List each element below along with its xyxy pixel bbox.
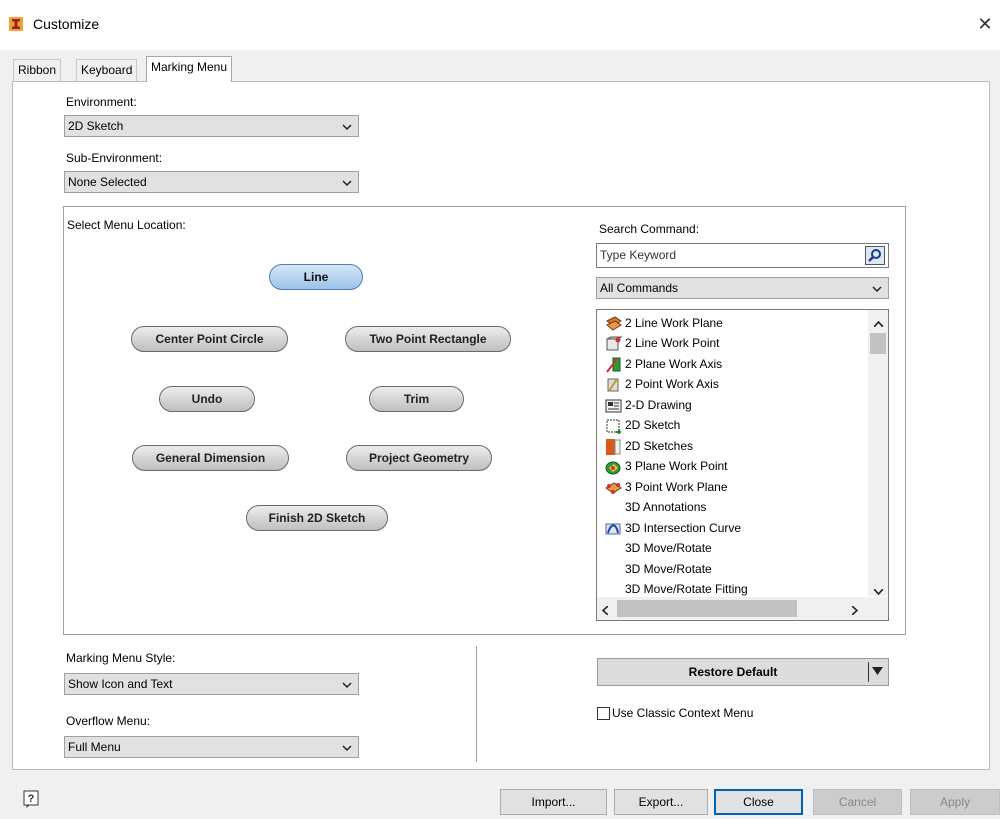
close-window-icon[interactable]: ✕: [973, 12, 997, 36]
search-input[interactable]: Type Keyword: [596, 243, 889, 268]
chevron-down-icon: [342, 674, 352, 695]
chevron-down-icon: [872, 278, 882, 299]
sub-environment-label: Sub-Environment:: [66, 151, 163, 165]
list-item[interactable]: 3D Intersection Curve: [605, 518, 741, 538]
intersection-curve-icon: [605, 521, 623, 537]
overflow-menu-label: Overflow Menu:: [66, 714, 151, 728]
classic-context-label: Use Classic Context Menu: [612, 706, 754, 720]
sketches-icon: [605, 438, 623, 455]
workpoint-icon: [605, 459, 623, 475]
menu-slot-southeast[interactable]: Project Geometry: [346, 445, 492, 471]
command-list[interactable]: 2 Line Work Plane 2 Line Work Point 2 Pl…: [596, 309, 889, 621]
menu-slot-east[interactable]: Trim: [369, 386, 464, 412]
command-filter-value: All Commands: [600, 281, 679, 295]
sketch-icon: [605, 418, 623, 434]
menu-slot-northwest[interactable]: Center Point Circle: [131, 326, 288, 352]
environment-label: Environment:: [66, 95, 137, 109]
search-icon[interactable]: [865, 246, 885, 265]
marking-menu-style-label: Marking Menu Style:: [66, 651, 176, 665]
environment-value: 2D Sketch: [68, 119, 124, 133]
scroll-down-icon[interactable]: [873, 584, 884, 598]
select-menu-location-label: Select Menu Location:: [67, 218, 186, 232]
scroll-up-icon[interactable]: [873, 316, 884, 330]
marking-menu-style-value: Show Icon and Text: [68, 677, 173, 691]
vertical-divider: [476, 646, 477, 762]
sub-environment-value: None Selected: [68, 175, 147, 189]
chevron-down-icon: [342, 116, 352, 137]
tab-keyboard[interactable]: Keyboard: [76, 59, 138, 81]
menu-slot-west[interactable]: Undo: [159, 386, 255, 412]
workpoint-icon: [605, 336, 623, 352]
list-item[interactable]: 2D Sketch: [605, 415, 680, 435]
menu-slot-northeast[interactable]: Two Point Rectangle: [345, 326, 511, 352]
list-item[interactable]: 3D Move/Rotate: [625, 559, 712, 579]
vertical-scrollbar[interactable]: [868, 310, 888, 596]
scroll-right-icon[interactable]: [851, 604, 859, 618]
dropdown-arrow-icon[interactable]: [872, 665, 883, 679]
menu-slot-north[interactable]: Line: [269, 264, 363, 290]
svg-text:?: ?: [28, 793, 35, 805]
workplane-icon: [605, 480, 623, 496]
list-item[interactable]: 2-D Drawing: [605, 395, 692, 415]
menu-slot-south[interactable]: Finish 2D Sketch: [246, 505, 388, 531]
workaxis-icon: [605, 357, 623, 373]
help-icon[interactable]: ?: [23, 790, 43, 811]
workplane-icon: [605, 316, 623, 332]
tab-marking-menu[interactable]: Marking Menu: [146, 56, 233, 82]
list-item[interactable]: 2 Line Work Plane: [605, 313, 723, 333]
scroll-corner: [868, 597, 888, 620]
title-bar: [0, 0, 1000, 50]
list-item[interactable]: 3 Point Work Plane: [605, 477, 728, 497]
marking-menu-style-select[interactable]: Show Icon and Text: [64, 673, 359, 695]
tab-ribbon[interactable]: Ribbon: [13, 59, 62, 81]
split-divider: [868, 662, 869, 682]
sub-environment-select[interactable]: None Selected: [64, 171, 359, 193]
scroll-left-icon[interactable]: [601, 604, 609, 618]
list-item[interactable]: 2 Point Work Axis: [605, 374, 719, 394]
list-item[interactable]: 3D Annotations: [625, 497, 706, 517]
import-button[interactable]: Import...: [500, 789, 607, 815]
command-filter-select[interactable]: All Commands: [596, 277, 889, 299]
workaxis-icon: [605, 377, 623, 393]
list-item[interactable]: 3D Move/Rotate: [625, 538, 712, 558]
drawing-icon: [605, 398, 623, 414]
chevron-down-icon: [342, 172, 352, 193]
list-item[interactable]: 3D Move/Rotate Fitting: [625, 579, 748, 599]
list-item[interactable]: 2D Sketches: [605, 436, 693, 456]
overflow-menu-select[interactable]: Full Menu: [64, 736, 359, 758]
search-command-label: Search Command:: [599, 222, 700, 236]
menu-slot-southwest[interactable]: General Dimension: [132, 445, 289, 471]
inventor-app-icon: [9, 17, 23, 31]
cancel-button[interactable]: Cancel: [813, 789, 902, 815]
classic-context-checkbox[interactable]: [597, 707, 610, 720]
environment-select[interactable]: 2D Sketch: [64, 115, 359, 137]
close-button[interactable]: Close: [714, 789, 803, 815]
horizontal-scrollbar[interactable]: [597, 597, 868, 620]
overflow-menu-value: Full Menu: [68, 740, 121, 754]
list-item[interactable]: 3 Plane Work Point: [605, 456, 728, 476]
list-item[interactable]: 2 Plane Work Axis: [605, 354, 722, 374]
list-item[interactable]: 2 Line Work Point: [605, 333, 720, 353]
apply-button[interactable]: Apply: [910, 789, 1000, 815]
window-title: Customize: [33, 16, 100, 32]
chevron-down-icon: [342, 737, 352, 758]
vertical-scroll-thumb[interactable]: [870, 333, 886, 354]
export-button[interactable]: Export...: [614, 789, 708, 815]
horizontal-scroll-thumb[interactable]: [617, 600, 797, 617]
restore-default-button[interactable]: Restore Default: [597, 658, 889, 686]
